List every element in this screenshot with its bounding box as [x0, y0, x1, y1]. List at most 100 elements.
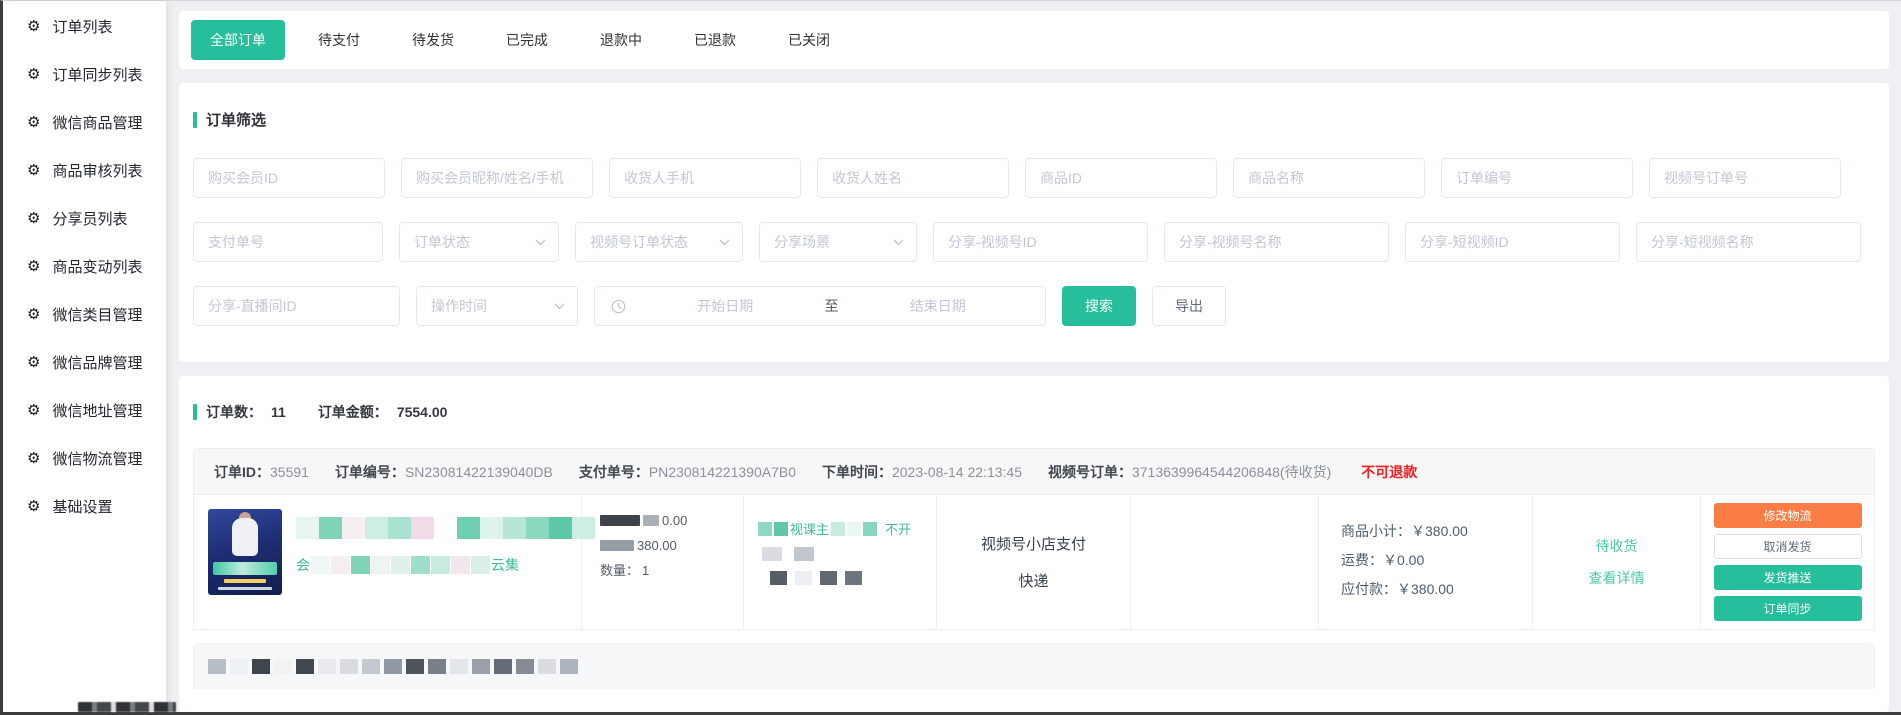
filter-section-title: 订单筛选	[193, 109, 1873, 130]
redaction-block	[296, 517, 319, 539]
sidebar-item-分享员列表[interactable]: ⚙分享员列表	[3, 194, 166, 242]
sidebar-item-订单同步列表[interactable]: ⚙订单同步列表	[3, 50, 166, 98]
poster-title-art	[213, 562, 277, 575]
redaction-block	[795, 571, 812, 585]
redaction-block	[762, 547, 782, 561]
live-room-id-input[interactable]	[193, 286, 400, 326]
redaction-block	[451, 556, 470, 574]
search-button[interactable]: 搜索	[1062, 286, 1136, 326]
meta-label: 视频号订单：	[1048, 464, 1132, 480]
tab-全部订单[interactable]: 全部订单	[191, 20, 285, 60]
filter-input[interactable]	[1164, 222, 1389, 262]
filter-input[interactable]	[401, 158, 593, 198]
delivery-method: 快递	[1018, 570, 1048, 591]
tab-已关闭[interactable]: 已关闭	[769, 20, 849, 60]
buyer-address-redacted	[770, 571, 928, 585]
sidebar-item-微信品牌管理[interactable]: ⚙微信品牌管理	[3, 338, 166, 386]
tab-已退款[interactable]: 已退款	[675, 20, 755, 60]
filter-input[interactable]	[193, 158, 385, 198]
redaction-block	[831, 522, 845, 536]
redaction-block	[560, 659, 578, 674]
sidebar-item-label: 订单同步列表	[52, 64, 142, 85]
meta-label: 订单编号：	[335, 464, 405, 480]
start-date-placeholder: 开始日期	[634, 296, 817, 316]
filter-select[interactable]: 视频号订单状态	[575, 222, 743, 262]
date-range-picker[interactable]: 开始日期 至 结束日期	[594, 286, 1046, 326]
select-placeholder: 视频号订单状态	[590, 232, 688, 252]
filter-select[interactable]: 订单状态	[399, 222, 559, 262]
sidebar-item-订单列表[interactable]: ⚙订单列表	[3, 2, 166, 50]
chevron-down-icon	[535, 239, 546, 246]
gear-icon: ⚙	[27, 451, 40, 466]
sidebar-item-微信地址管理[interactable]: ⚙微信地址管理	[3, 386, 166, 434]
order-filter-panel: 订单筛选 订单状态 视频号订单状态 分享场景 操作时间 开始日期 至 结束日期 搜索…	[179, 83, 1889, 362]
buyer-address-redacted	[762, 547, 928, 561]
filter-row-1	[193, 158, 1873, 198]
total-value: ￥0.00	[1383, 552, 1424, 568]
redaction-blocks	[758, 522, 788, 536]
payment-method: 视频号小店支付	[981, 533, 1086, 554]
total-label: 应付款：	[1341, 581, 1397, 597]
sidebar-item-微信商品管理[interactable]: ⚙微信商品管理	[3, 98, 166, 146]
operate-time-select[interactable]: 操作时间	[416, 286, 578, 326]
total-value: ￥380.00	[1411, 523, 1468, 539]
filter-input[interactable]	[1233, 158, 1425, 198]
redaction-block	[600, 540, 634, 551]
action-button-订单同步[interactable]: 订单同步	[1714, 596, 1862, 621]
meta-label: 支付单号：	[579, 464, 649, 480]
redaction-block	[758, 522, 772, 536]
redaction-block	[371, 556, 390, 574]
redaction-block	[600, 515, 640, 526]
sidebar-item-微信类目管理[interactable]: ⚙微信类目管理	[3, 290, 166, 338]
sidebar-item-商品审核列表[interactable]: ⚙商品审核列表	[3, 146, 166, 194]
gear-icon: ⚙	[27, 19, 40, 34]
product-name-redacted: 会 云集	[296, 555, 595, 575]
order-row: 会 云集 0.00	[194, 495, 1874, 629]
order-status-text: 待收货	[1596, 536, 1638, 556]
sidebar-item-基础设置[interactable]: ⚙基础设置	[3, 482, 166, 530]
filter-input[interactable]	[817, 158, 1009, 198]
refund-flag: 不可退款	[1361, 462, 1417, 482]
action-button-取消发货[interactable]: 取消发货	[1714, 534, 1862, 559]
filter-input[interactable]	[1025, 158, 1217, 198]
filter-input[interactable]	[1636, 222, 1861, 262]
sidebar-item-label: 分享员列表	[52, 208, 127, 229]
order-meta-list: 订单ID：35591订单编号：SN23081422139040DB支付单号：PN…	[214, 462, 1331, 482]
filter-input[interactable]	[1441, 158, 1633, 198]
gear-icon: ⚙	[27, 403, 40, 418]
filter-select[interactable]: 分享场景	[759, 222, 917, 262]
action-button-发货推送[interactable]: 发货推送	[1714, 565, 1862, 590]
filter-input[interactable]	[1405, 222, 1620, 262]
export-button[interactable]: 导出	[1152, 286, 1226, 326]
filter-input[interactable]	[933, 222, 1148, 262]
sidebar-item-微信物流管理[interactable]: ⚙微信物流管理	[3, 434, 166, 482]
date-separator: 至	[825, 296, 839, 316]
tab-已完成[interactable]: 已完成	[487, 20, 567, 60]
redaction-block	[340, 659, 358, 674]
sidebar-item-label: 微信商品管理	[52, 112, 142, 133]
next-order-redacted	[208, 659, 578, 674]
redaction-blocks	[311, 556, 490, 574]
redaction-block	[411, 556, 430, 574]
filter-input[interactable]	[609, 158, 801, 198]
order-count-label: 订单数：	[206, 402, 262, 422]
redaction-block	[549, 517, 572, 539]
status-cell: 待收货 查看详情	[1533, 495, 1701, 629]
order-card: 订单ID：35591订单编号：SN23081422139040DB支付单号：PN…	[193, 448, 1875, 630]
tab-待支付[interactable]: 待支付	[299, 20, 379, 60]
redaction-block	[471, 556, 490, 574]
redaction-block	[472, 659, 490, 674]
filter-input[interactable]	[193, 222, 383, 262]
gear-icon: ⚙	[27, 355, 40, 370]
meta-value: 2023-08-14 22:13:45	[892, 464, 1022, 480]
chevron-down-icon	[719, 239, 730, 246]
redaction-block	[406, 659, 424, 674]
view-detail-link[interactable]: 查看详情	[1589, 568, 1645, 588]
tab-退款中[interactable]: 退款中	[581, 20, 661, 60]
filter-input[interactable]	[1649, 158, 1841, 198]
next-order-meta-bar	[193, 643, 1875, 689]
sidebar-item-商品变动列表[interactable]: ⚙商品变动列表	[3, 242, 166, 290]
main-content: 全部订单待支付待发货已完成退款中已退款已关闭 订单筛选 订单状态 视频号订单状态 分…	[166, 1, 1901, 712]
tab-待发货[interactable]: 待发货	[393, 20, 473, 60]
action-button-修改物流[interactable]: 修改物流	[1714, 503, 1862, 528]
